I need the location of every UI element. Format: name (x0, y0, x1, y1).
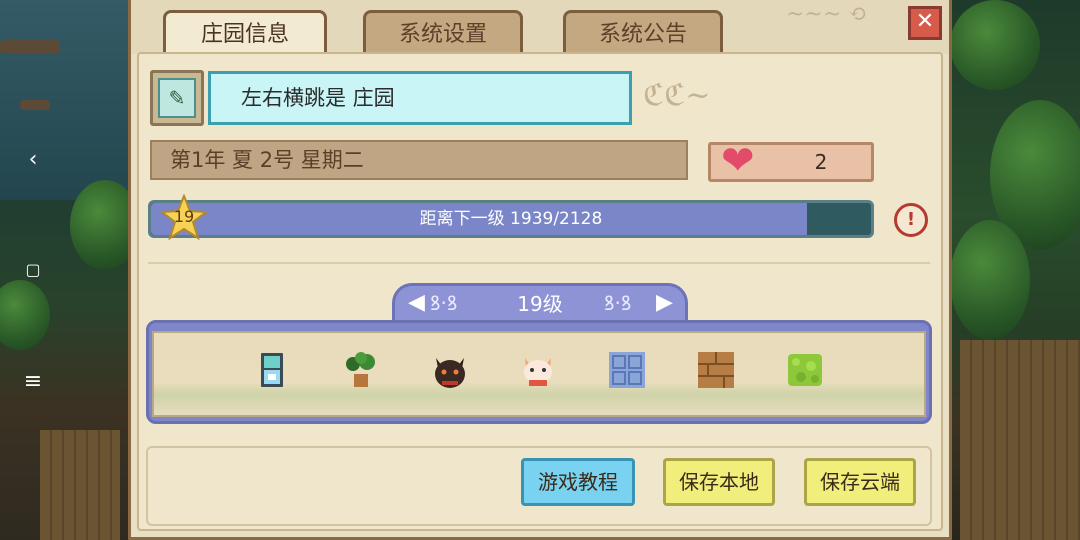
blue-tile-icon[interactable] (607, 350, 647, 390)
potted-plant-icon[interactable] (341, 350, 381, 390)
xp-text: 距离下一级 1939/2128 (419, 209, 603, 229)
farm-name-field[interactable]: 左右横跳是 庄园 (208, 71, 632, 125)
pencil-icon: ✎ (158, 78, 196, 118)
save-local-button[interactable]: 保存本地 (663, 458, 775, 506)
info-alert-icon[interactable]: ! (894, 203, 928, 237)
heart-count: 2 (814, 150, 828, 174)
flourish-ornament: ℭℭ~ (643, 78, 711, 113)
black-cat-icon[interactable] (430, 350, 470, 390)
lucky-cat-icon[interactable] (518, 350, 558, 390)
back-nav-icon[interactable]: ‹ (18, 145, 48, 175)
corner-ornament: ~~~ ⟲ (786, 2, 867, 27)
menu-nav-icon[interactable]: ≡ (18, 367, 48, 397)
close-button[interactable]: ✕ (908, 6, 942, 40)
wood-crate-icon[interactable] (696, 350, 736, 390)
tab-system-notice[interactable]: 系统公告 (563, 10, 723, 52)
divider (148, 262, 930, 264)
tab-system-settings[interactable]: 系统设置 (363, 10, 523, 52)
green-bush-icon[interactable] (785, 350, 825, 390)
storage-box-icon[interactable] (252, 350, 292, 390)
heart-icon: ❤ (721, 138, 755, 184)
xp-progress-bar: 距离下一级 1939/2128 (148, 200, 874, 238)
tab-farm-info[interactable]: 庄园信息 (163, 10, 327, 52)
edit-name-button[interactable]: ✎ (150, 70, 204, 126)
level-badge-label: 19级 (517, 292, 563, 316)
save-cloud-button[interactable]: 保存云端 (804, 458, 916, 506)
game-date: 第1年 夏 2号 星期二 (150, 140, 688, 180)
current-level: 19 (173, 207, 195, 226)
background-right (950, 0, 1080, 540)
home-nav-icon[interactable]: ▢ (18, 255, 48, 285)
tutorial-button[interactable]: 游戏教程 (521, 458, 635, 506)
heart-counter: ❤ 2 (708, 138, 874, 184)
